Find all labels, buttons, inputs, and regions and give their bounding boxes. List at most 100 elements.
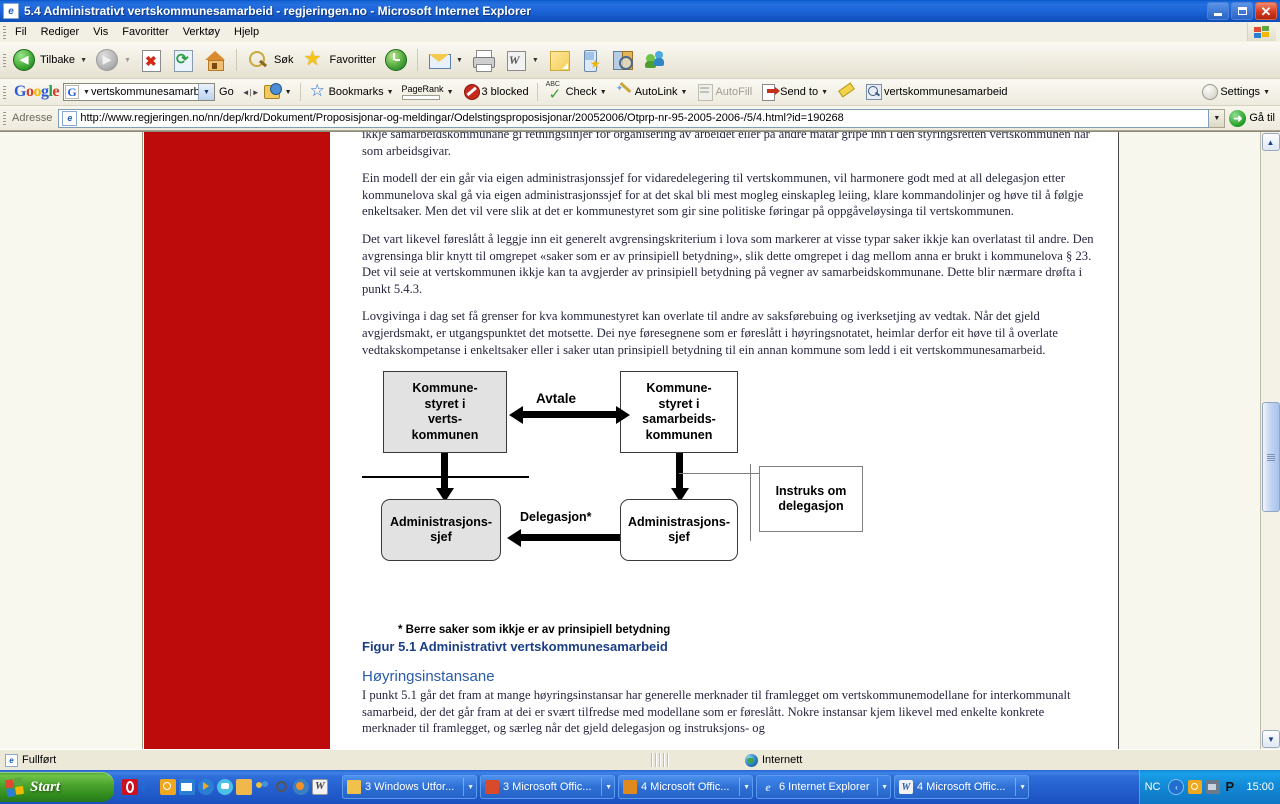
go-button[interactable]: ➜ Gå til <box>1225 107 1280 129</box>
google-autolink-button[interactable]: ✦ AutoLink ▼ <box>611 81 692 103</box>
favorites-button[interactable]: ★ Favoritter <box>298 45 380 75</box>
taskbar-internet-explorer[interactable]: e 6 Internet Explorer ▼ <box>756 775 891 799</box>
word-chevron-icon[interactable]: ▼ <box>532 57 539 64</box>
menu-verktoy[interactable]: Verktøy <box>176 24 227 40</box>
google-spellcheck-button[interactable]: ABC ✓ Check ▼ <box>542 81 611 103</box>
check-caret-icon[interactable]: ▼ <box>600 89 607 96</box>
ql-people-icon[interactable] <box>255 779 271 795</box>
menu-fil[interactable]: Fil <box>8 24 34 40</box>
menu-favoritter[interactable]: Favoritter <box>115 24 175 40</box>
main-toolbar: ◄ Tilbake ▼ ► ▼ ✖ ⟳ Søk ★ Favoritter ▼ W… <box>0 42 1280 79</box>
start-button[interactable]: Start <box>0 772 114 802</box>
google-find-term-button[interactable]: vertskommunesamarbeid <box>860 81 1012 103</box>
taskbar: Start e W 3 Windows Utfor... ▼ 3 Microso… <box>0 770 1280 804</box>
ql-folder-icon[interactable] <box>236 779 252 795</box>
address-dropdown-button[interactable]: ▼ <box>1209 108 1226 128</box>
ql-internet-explorer-icon[interactable]: e <box>141 779 157 795</box>
taskbar-office-2[interactable]: 4 Microsoft Offic... ▼ <box>618 775 753 799</box>
ql-acrobat-icon[interactable] <box>274 779 290 795</box>
google-search-input[interactable]: G ▼ vertskommunesamarbeid" ▼ <box>63 83 216 101</box>
ql-word-icon[interactable]: W <box>312 779 328 795</box>
taskbar-label-3: 6 Internet Explorer <box>779 781 870 793</box>
google-search-dropdown[interactable]: ▼ <box>198 84 215 100</box>
page-area: ikkje samarbeidskommunane gi retningslin… <box>0 132 1260 749</box>
autolink-caret-icon[interactable]: ▼ <box>681 89 688 96</box>
tray-expand-icon[interactable]: ‹ <box>1168 779 1185 795</box>
taskbar-caret-2[interactable]: ▼ <box>743 784 750 791</box>
maximize-button[interactable] <box>1231 2 1253 20</box>
taskbar-caret-3[interactable]: ▼ <box>881 784 888 791</box>
google-options-caret-icon[interactable]: ▼ <box>285 89 292 96</box>
tray-paltalk-icon[interactable]: P <box>1224 780 1238 794</box>
menu-grip[interactable] <box>0 24 8 40</box>
address-bar: Adresse e http://www.regjeringen.no/nn/d… <box>0 106 1280 131</box>
print-button[interactable] <box>467 45 499 75</box>
bookmarks-caret-icon[interactable]: ▼ <box>387 89 394 96</box>
google-settings-button[interactable]: Settings ▼ <box>1196 81 1274 103</box>
minimize-button[interactable] <box>1207 2 1229 20</box>
go-label: Gå til <box>1249 112 1275 124</box>
search-history-caret-icon[interactable]: ▼ <box>83 89 90 96</box>
back-button[interactable]: ◄ Tilbake ▼ <box>8 45 91 75</box>
google-go-button[interactable]: Go <box>215 81 238 103</box>
sendto-caret-icon[interactable]: ▼ <box>821 89 828 96</box>
google-popup-blocker-button[interactable]: 3 blocked <box>458 81 533 103</box>
host-delegation-arrow-line <box>441 453 448 493</box>
toolbar-grip[interactable] <box>0 52 8 68</box>
address-bar-grip[interactable] <box>0 110 8 126</box>
research-button[interactable] <box>607 45 639 75</box>
ql-opera-icon[interactable] <box>122 779 138 795</box>
google-highlight-button[interactable] <box>832 81 860 103</box>
forward-chevron-icon: ▼ <box>124 56 131 64</box>
mail-icon <box>427 48 451 72</box>
ql-outlook-express-icon[interactable] <box>179 779 195 795</box>
vertical-scrollbar[interactable]: ▲ ▼ <box>1260 132 1280 749</box>
ql-firefox-icon[interactable] <box>293 779 309 795</box>
menu-vis[interactable]: Vis <box>86 24 115 40</box>
close-button[interactable]: ✕ <box>1255 2 1277 20</box>
settings-gear-icon <box>1200 82 1220 102</box>
chevron-down-icon[interactable]: ▼ <box>80 57 87 64</box>
left-margin <box>0 132 143 749</box>
tray-network-icon[interactable] <box>1206 780 1221 794</box>
refresh-button[interactable]: ⟳ <box>167 45 199 75</box>
taskbar-caret-4[interactable]: ▼ <box>1019 784 1026 791</box>
tray-clock-icon[interactable] <box>1188 780 1203 794</box>
google-options-button[interactable]: ◄|► ▼ <box>238 81 296 103</box>
settings-caret-icon[interactable]: ▼ <box>1263 89 1270 96</box>
pagerank-caret-icon[interactable]: ▼ <box>447 89 454 96</box>
stop-button[interactable]: ✖ <box>135 45 167 75</box>
notes-button[interactable] <box>543 45 575 75</box>
ie-page-icon: e <box>3 3 19 19</box>
messenger-button[interactable] <box>639 45 671 75</box>
google-sendto-button[interactable]: Send to ▼ <box>756 81 832 103</box>
google-bookmarks-button[interactable]: ☆ Bookmarks ▼ <box>305 81 398 103</box>
scroll-down-button[interactable]: ▼ <box>1262 730 1280 748</box>
ql-media-player-icon[interactable] <box>198 779 214 795</box>
edit-word-button[interactable]: W ▼ <box>499 45 543 75</box>
mobile-favorite-button[interactable]: ★ <box>575 45 607 75</box>
google-search-value: vertskommunesamarbeid" <box>90 86 199 98</box>
history-button[interactable] <box>380 45 412 75</box>
google-toolbar-grip[interactable] <box>0 84 8 100</box>
menu-hjelp[interactable]: Hjelp <box>227 24 266 40</box>
scroll-thumb[interactable] <box>1262 402 1280 512</box>
taskbar-caret-0[interactable]: ▼ <box>467 784 474 791</box>
mail-chevron-icon[interactable]: ▼ <box>456 57 463 64</box>
menu-rediger[interactable]: Rediger <box>34 24 87 40</box>
taskbar-office-3[interactable]: W 4 Microsoft Offic... ▼ <box>894 775 1029 799</box>
go-arrow-icon: ➜ <box>1229 109 1247 127</box>
forward-button[interactable]: ► ▼ <box>91 45 135 75</box>
address-input[interactable]: e http://www.regjeringen.no/nn/dep/krd/D… <box>58 108 1210 128</box>
ql-messenger-icon[interactable] <box>217 779 233 795</box>
ql-clock-icon[interactable] <box>160 779 176 795</box>
search-button[interactable]: Søk <box>242 45 298 75</box>
red-sidebar-band <box>144 132 330 749</box>
taskbar-caret-1[interactable]: ▼ <box>605 784 612 791</box>
mail-button[interactable]: ▼ <box>423 45 467 75</box>
taskbar-office-1[interactable]: 3 Microsoft Offic... ▼ <box>480 775 615 799</box>
google-pagerank-widget[interactable]: PageRank ▼ <box>398 81 458 103</box>
scroll-up-button[interactable]: ▲ <box>1261 133 1280 151</box>
taskbar-windows-explorer[interactable]: 3 Windows Utfor... ▼ <box>342 775 477 799</box>
home-button[interactable] <box>199 45 231 75</box>
